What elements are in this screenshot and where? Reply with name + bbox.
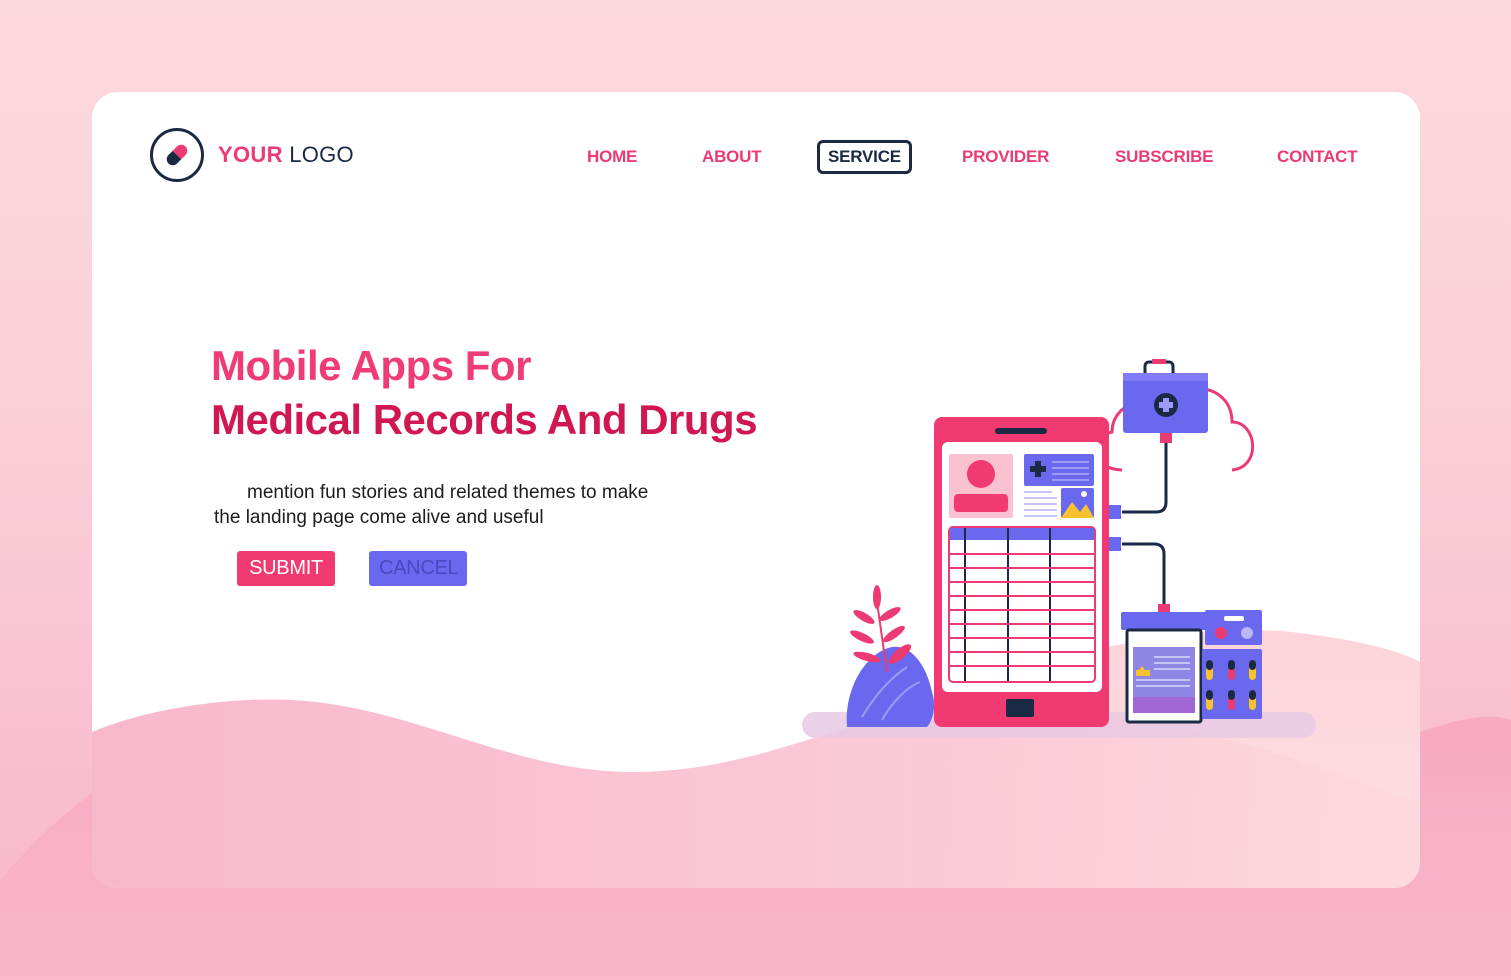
pill-blister-pack-icon: [1202, 610, 1262, 719]
nav-about[interactable]: ABOUT: [702, 140, 762, 174]
hero-title-line-2: Medical Records And Drugs: [211, 396, 758, 443]
cable-top: [1122, 443, 1168, 514]
submit-button[interactable]: SUBMIT: [237, 551, 335, 586]
main-nav: HOME ABOUT SERVICE PROVIDER SUBSCRIBE CO…: [92, 140, 1420, 174]
nav-subscribe[interactable]: SUBSCRIBE: [1115, 140, 1214, 174]
medical-kit-icon: [1123, 359, 1208, 443]
nav-home[interactable]: HOME: [587, 140, 637, 174]
cancel-button[interactable]: CANCEL: [369, 551, 467, 586]
hero-description: mention fun stories and related themes t…: [214, 480, 734, 530]
drug-bottle-icon: [1121, 604, 1207, 724]
hero-description-line-1: mention fun stories and related themes t…: [247, 482, 649, 503]
spreadsheet-icon: [948, 526, 1096, 683]
nav-service[interactable]: SERVICE: [817, 140, 912, 174]
smartphone-icon: [934, 417, 1109, 727]
hero-title-line-1: Mobile Apps For: [211, 342, 531, 389]
nav-provider[interactable]: PROVIDER: [962, 140, 1049, 174]
medical-app-illustration: [802, 359, 1316, 738]
landing-card: YOUR LOGO HOME ABOUT SERVICE PROVIDER SU…: [92, 92, 1420, 888]
cable-bottom: [1122, 542, 1166, 607]
hero-description-line-2: the landing page come alive and useful: [214, 507, 544, 528]
nav-contact[interactable]: CONTACT: [1277, 140, 1358, 174]
plant-icon: [846, 585, 935, 727]
